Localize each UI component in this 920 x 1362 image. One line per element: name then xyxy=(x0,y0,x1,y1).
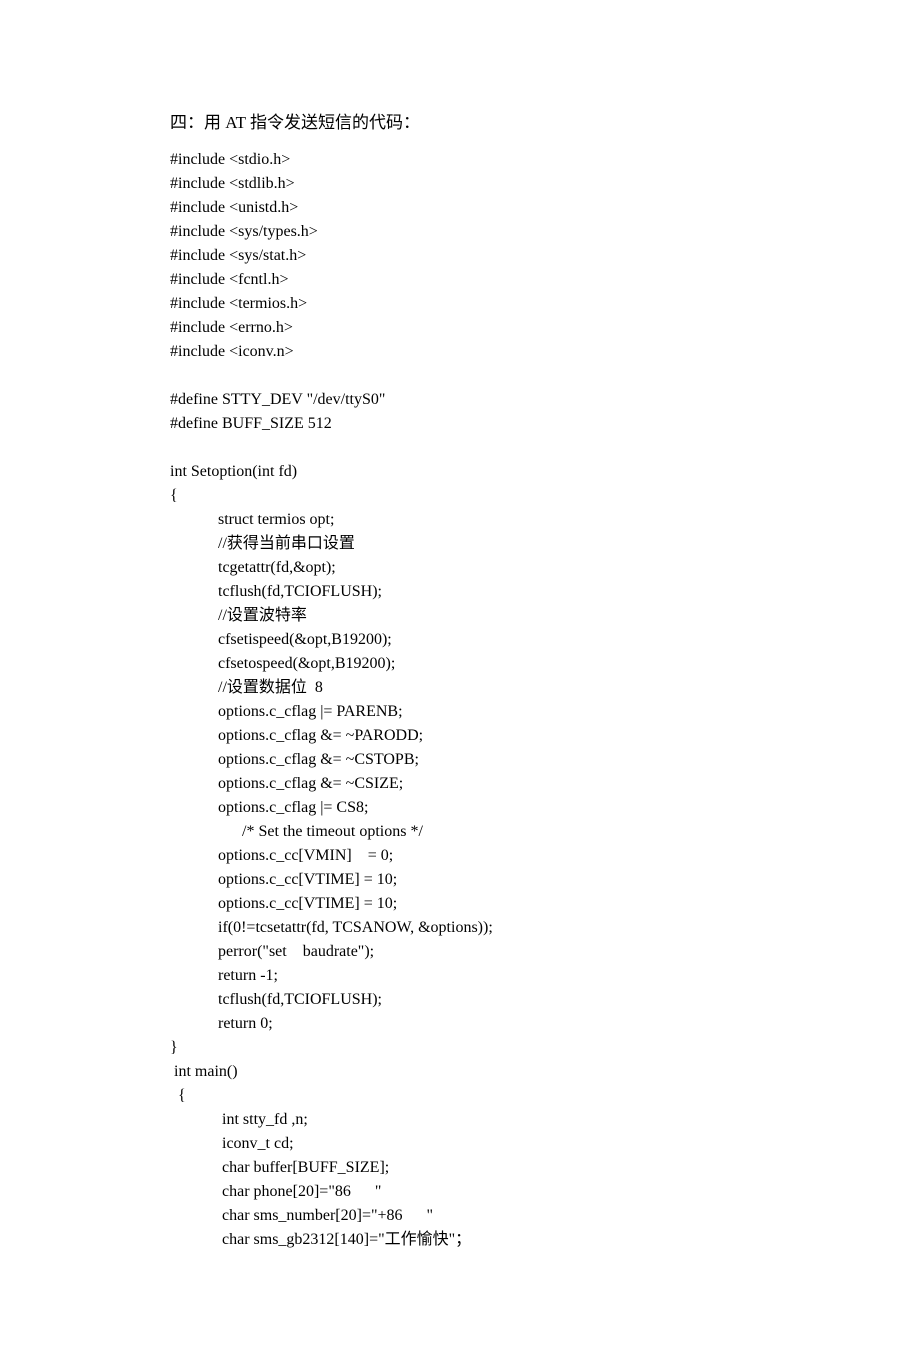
code-line: int main() xyxy=(170,1060,750,1084)
code-line: tcflush(fd,TCIOFLUSH); xyxy=(170,988,750,1012)
code-line: //设置数据位 8 xyxy=(170,676,750,700)
code-line: options.c_cflag &= ~CSIZE; xyxy=(170,772,750,796)
code-line: { xyxy=(170,484,750,508)
code-line: #include <unistd.h> xyxy=(170,196,750,220)
code-line: /* Set the timeout options */ xyxy=(170,820,750,844)
code-line: #include <sys/types.h> xyxy=(170,220,750,244)
code-line: options.c_cc[VTIME] = 10; xyxy=(170,868,750,892)
code-line: iconv_t cd; xyxy=(170,1132,750,1156)
code-line: char sms_gb2312[140]="工作愉快"； xyxy=(170,1228,750,1252)
section-title: 四：用 AT 指令发送短信的代码： xyxy=(170,110,750,136)
code-line: #include <sys/stat.h> xyxy=(170,244,750,268)
code-line: int stty_fd ,n; xyxy=(170,1108,750,1132)
code-line: cfsetospeed(&opt,B19200); xyxy=(170,652,750,676)
code-line: options.c_cflag |= CS8; xyxy=(170,796,750,820)
code-line: #define STTY_DEV "/dev/ttyS0" xyxy=(170,388,750,412)
code-line: //设置波特率 xyxy=(170,604,750,628)
code-line: #include <iconv.n> xyxy=(170,340,750,364)
code-line: #include <errno.h> xyxy=(170,316,750,340)
code-line: #include <stdio.h> xyxy=(170,148,750,172)
code-line: char buffer[BUFF_SIZE]; xyxy=(170,1156,750,1180)
code-line: return -1; xyxy=(170,964,750,988)
code-block: #include <stdio.h>#include <stdlib.h>#in… xyxy=(170,148,750,1252)
code-line: options.c_cc[VTIME] = 10; xyxy=(170,892,750,916)
blank-line xyxy=(170,364,750,388)
code-line: if(0!=tcsetattr(fd, TCSANOW, &options)); xyxy=(170,916,750,940)
code-line: return 0; xyxy=(170,1012,750,1036)
code-line: int Setoption(int fd) xyxy=(170,460,750,484)
code-line: options.c_cflag |= PARENB; xyxy=(170,700,750,724)
code-line: options.c_cc[VMIN] = 0; xyxy=(170,844,750,868)
code-line: struct termios opt; xyxy=(170,508,750,532)
code-line: #define BUFF_SIZE 512 xyxy=(170,412,750,436)
code-line: tcflush(fd,TCIOFLUSH); xyxy=(170,580,750,604)
code-line: } xyxy=(170,1036,750,1060)
code-line: options.c_cflag &= ~CSTOPB; xyxy=(170,748,750,772)
code-line: char sms_number[20]="+86 " xyxy=(170,1204,750,1228)
code-line: cfsetispeed(&opt,B19200); xyxy=(170,628,750,652)
blank-line xyxy=(170,436,750,460)
code-line: options.c_cflag &= ~PARODD; xyxy=(170,724,750,748)
document-page: 四：用 AT 指令发送短信的代码： #include <stdio.h>#inc… xyxy=(0,0,920,1362)
code-line: tcgetattr(fd,&opt); xyxy=(170,556,750,580)
code-line: //获得当前串口设置 xyxy=(170,532,750,556)
code-line: #include <fcntl.h> xyxy=(170,268,750,292)
code-line: char phone[20]="86 " xyxy=(170,1180,750,1204)
code-line: perror("set baudrate"); xyxy=(170,940,750,964)
code-line: { xyxy=(170,1084,750,1108)
code-line: #include <termios.h> xyxy=(170,292,750,316)
code-line: #include <stdlib.h> xyxy=(170,172,750,196)
